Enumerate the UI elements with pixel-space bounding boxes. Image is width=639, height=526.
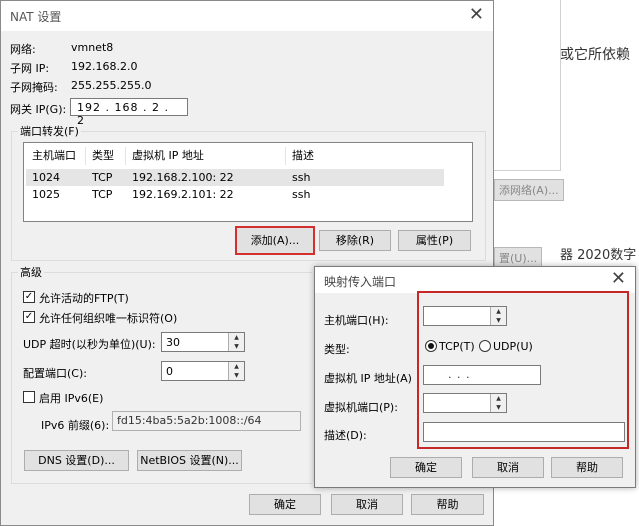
port-forward-table[interactable]: 主机端口 类型 虚拟机 IP 地址 描述 1024 TCP 192.168.2.… [23,142,473,222]
column-header-type[interactable]: 类型 [86,147,126,165]
config-port-stepper[interactable]: 0 ▲ ▼ [161,361,245,381]
subnet-ip-label: 子网 IP: [10,62,50,75]
allow-ftp-checkbox[interactable]: ✓ [23,291,35,303]
enable-ipv6-checkbox[interactable] [23,391,35,403]
subnet-ip-value: 192.168.2.0 [71,60,138,73]
highlight-box [417,291,629,449]
allow-ftp-label[interactable]: 允许活动的FTP(T) [39,290,129,306]
host-port-label: 主机端口(H): [324,314,389,327]
vm-ip-label: 虚拟机 IP 地址(A) [324,372,412,385]
dialog-title: 映射传入端口 [324,275,397,289]
titlebar: 映射传入端口 ✕ [315,267,635,293]
subnet-mask-label: 子网掩码: [10,81,58,94]
background-panel [494,0,561,171]
allow-oui-checkbox[interactable]: ✓ [23,311,35,323]
ipv6-prefix-label: IPv6 前缀(6): [41,419,110,432]
spin-down-icon[interactable]: ▼ [228,371,244,380]
advanced-legend: 高级 [20,266,42,279]
column-header-description[interactable]: 描述 [286,147,472,165]
cell-type: TCP [92,171,113,184]
network-value: vmnet8 [71,41,114,54]
cell-description: ssh [292,171,311,184]
cell-vm-ip: 192.168.2.100: 22 [132,171,234,184]
properties-button[interactable]: 属性(P) [398,230,471,251]
gateway-label: 网关 IP(G): [10,103,67,116]
subnet-mask-value: 255.255.255.0 [71,79,152,92]
allow-oui-label[interactable]: 允许任何组织唯一标识符(O) [39,310,177,326]
cell-host-port: 1024 [32,171,60,184]
cell-host-port: 1025 [32,188,60,201]
close-icon[interactable]: ✕ [611,268,626,289]
table-row[interactable]: 1025 TCP 192.169.2.101: 22 ssh [26,186,444,203]
description-label: 描述(D): [324,429,367,442]
background-text: 或它所依赖 [560,47,630,63]
help-button[interactable]: 帮助 [411,494,484,515]
column-header-vm-ip[interactable]: 虚拟机 IP 地址 [126,147,286,165]
close-icon[interactable]: ✕ [469,4,484,25]
dns-settings-button[interactable]: DNS 设置(D)... [24,450,129,471]
cell-type: TCP [92,188,113,201]
config-port-value: 0 [166,365,173,378]
cancel-button[interactable]: 取消 [331,494,403,515]
vm-port-label: 虚拟机端口(P): [324,401,398,414]
ok-button[interactable]: 确定 [390,457,462,478]
udp-timeout-label: UDP 超时(以秒为单位)(U): [23,338,156,351]
spin-down-icon[interactable]: ▼ [228,342,244,351]
port-forwarding-legend: 端口转发(F) [20,125,79,138]
enable-ipv6-label[interactable]: 启用 IPv6(E) [39,390,103,406]
background-button: 添网络(A)... [494,179,564,201]
udp-timeout-stepper[interactable]: 30 ▲ ▼ [161,332,245,352]
cell-vm-ip: 192.169.2.101: 22 [132,188,234,201]
column-header-host-port[interactable]: 主机端口 [26,147,86,165]
ipv6-prefix-input: fd15:4ba5:5a2b:1008::/64 [112,411,301,431]
config-port-label: 配置端口(C): [23,367,87,380]
add-button[interactable]: 添加(A)... [235,226,315,255]
cell-description: ssh [292,188,311,201]
type-label: 类型: [324,343,350,356]
udp-timeout-value: 30 [166,336,180,349]
gateway-ip-input[interactable]: 192 . 168 . 2 . 2 [70,98,188,127]
ok-button[interactable]: 确定 [249,494,321,515]
remove-button[interactable]: 移除(R) [319,230,391,251]
cancel-button[interactable]: 取消 [472,457,544,478]
titlebar: NAT 设置 ✕ [1,1,493,31]
table-row[interactable]: 1024 TCP 192.168.2.100: 22 ssh [26,169,444,186]
background-text-2: 器 2020数字 [560,248,637,263]
netbios-settings-button[interactable]: NetBIOS 设置(N)... [137,450,242,471]
help-button[interactable]: 帮助 [551,457,623,478]
map-incoming-port-dialog: 映射传入端口 ✕ 主机端口(H): ▲ ▼ 类型: TCP(T) UDP(U) … [314,266,636,488]
dialog-title: NAT 设置 [10,10,62,24]
network-label: 网络: [10,43,36,56]
